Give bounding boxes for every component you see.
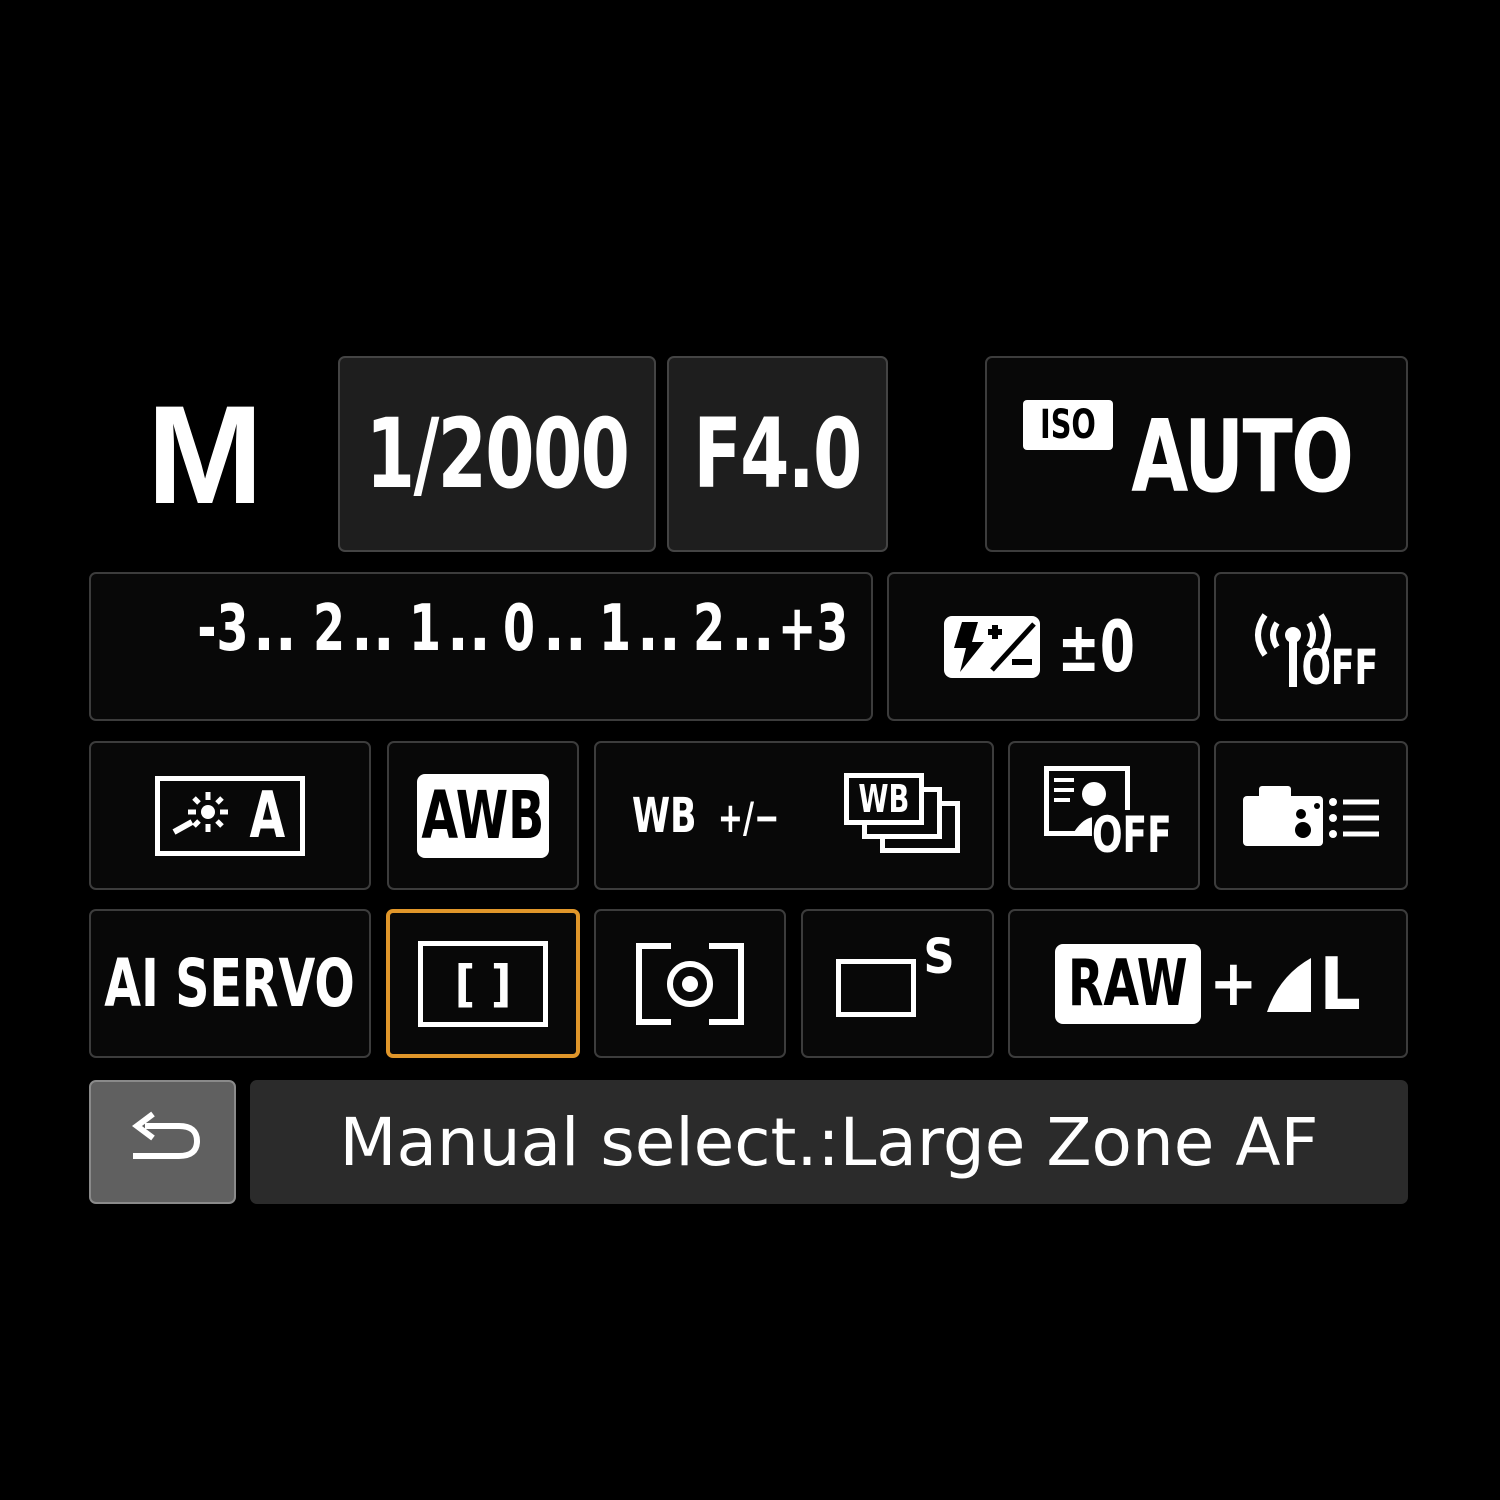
iso-setting[interactable]: ISO AUTO [985,356,1408,552]
aperture-value: F4.0 [693,398,863,510]
iso-badge-label: ISO [1040,402,1096,448]
af-area-glyph: [ ] [454,954,512,1013]
shutter-speed-value: 1/2000 [365,398,630,510]
exposure-scale-label: 1 [409,592,442,666]
awb-badge: AWB [417,773,549,858]
picture-style-value: A [249,778,286,853]
exposure-scale-labels: -3 .. 2 .. 1 .. 0 .. 1 .. 2 .. +3 [191,592,848,672]
exposure-level-scale[interactable]: -3 .. 2 .. 1 .. 0 .. 1 .. 2 .. +3 [89,572,873,721]
exposure-scale-label: 1 [599,592,632,666]
flash-exposure-compensation-icon [944,615,1041,678]
auto-lighting-optimizer-icon: OFF [1044,765,1172,866]
wb-bracketing-label: WB [858,776,910,821]
exposure-scale-dots: .. [543,592,587,666]
shutter-speed-setting[interactable]: 1/2000 [338,356,656,552]
wb-shift-line2: +/− [717,792,780,842]
exposure-scale-dots: .. [731,592,775,666]
image-size-label: L [1319,941,1361,1026]
wb-shift-icon: WB +/− [624,792,787,840]
af-area-setting[interactable]: [ ] [386,909,580,1058]
flash-exposure-comp-value: ±0 [1057,605,1136,688]
drive-mode-suffix: S [923,928,955,985]
exposure-scale-dots: .. [637,592,681,666]
large-zone-af-icon: [ ] [418,940,548,1027]
exposure-scale-dots: .. [253,592,297,666]
picture-style-icon [172,791,228,835]
awb-label: AWB [421,777,545,854]
exposure-level-marker-icon [500,1214,530,1234]
status-text: Manual select.:Large Zone AF [339,1103,1319,1181]
auto-lighting-optimizer-setting[interactable]: OFF [1008,741,1200,890]
return-icon [131,1111,200,1159]
single-shot-drive-icon: S [835,929,960,1029]
shooting-mode-label: M [146,376,264,533]
aperture-setting[interactable]: F4.0 [667,356,888,552]
raw-label: RAW [1068,946,1189,1021]
image-quality-plus: + [1209,946,1258,1021]
exposure-scale-label: 0 [503,592,536,666]
wb-shift-line1: WB [632,787,697,844]
metering-mode-setting[interactable] [594,909,786,1058]
shooting-mode: M [95,370,315,540]
wb-bracketing-icon: WB [843,771,964,861]
alo-state: OFF [1091,805,1172,864]
af-operation-value: AI SERVO [104,945,356,1022]
exposure-scale-label: -3 [197,592,249,666]
camera-custom-controls-icon [1243,785,1379,846]
exposure-scale-dots: .. [447,592,491,666]
exposure-scale-label: +3 [777,592,849,666]
back-button[interactable] [89,1080,236,1204]
iso-badge: ISO [1023,400,1113,450]
iso-value: AUTO [1131,398,1354,515]
af-operation-setting[interactable]: AI SERVO [89,909,371,1058]
picture-style-setting[interactable]: A [89,741,371,890]
drive-mode-setting[interactable]: S [801,909,994,1058]
raw-badge: RAW [1055,943,1202,1024]
jpeg-fine-quality-icon [1267,957,1312,1012]
exposure-scale-label: 2 [693,592,726,666]
picture-style-box: A [155,775,305,856]
custom-controls-setting[interactable] [1214,741,1408,890]
exposure-scale-label: 2 [313,592,346,666]
status-bar: Manual select.:Large Zone AF [250,1080,1408,1204]
evaluative-metering-icon [636,942,744,1025]
exposure-scale-dots: .. [351,592,395,666]
wireless-setting[interactable]: OFF [1214,572,1408,721]
image-quality-setting[interactable]: RAW + L [1008,909,1408,1058]
flash-exposure-comp-setting[interactable]: ±0 [887,572,1200,721]
wb-shift-bracketing-setting[interactable]: WB +/− WB [594,741,994,890]
wireless-state: OFF [1301,640,1379,696]
white-balance-setting[interactable]: AWB [387,741,579,890]
